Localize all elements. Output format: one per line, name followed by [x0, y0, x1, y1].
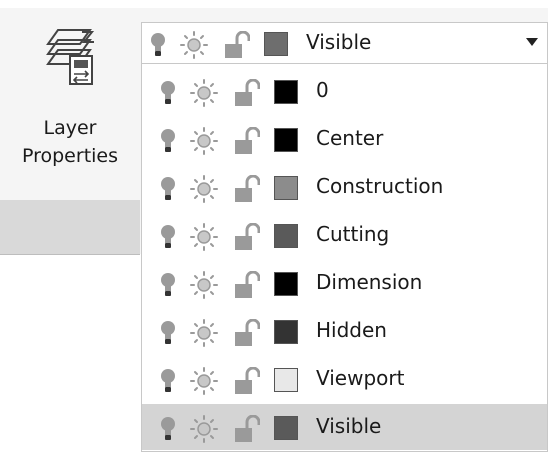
unlocked-icon[interactable] — [234, 79, 260, 107]
layer-row[interactable]: Hidden — [142, 308, 547, 354]
layer-row[interactable]: Cutting — [142, 212, 547, 258]
sun-thawed-icon[interactable] — [190, 79, 218, 107]
unlocked-icon[interactable] — [224, 31, 250, 59]
lightbulb-on-icon[interactable] — [160, 272, 176, 298]
layers-panel-footer[interactable] — [0, 200, 140, 255]
unlocked-icon[interactable] — [234, 271, 260, 299]
sun-thawed-icon[interactable] — [190, 367, 218, 395]
layer-row[interactable]: Construction — [142, 164, 547, 210]
layer-row[interactable]: Center — [142, 116, 547, 162]
layer-color-swatch[interactable] — [274, 416, 298, 440]
layer-color-swatch[interactable] — [274, 272, 298, 296]
lightbulb-on-icon[interactable] — [160, 128, 176, 154]
layer-properties-label: Layer Properties — [21, 117, 119, 167]
combo-selected-label: Visible — [306, 30, 372, 54]
layer-name-label: Cutting — [316, 222, 390, 246]
lightbulb-on-icon[interactable] — [160, 176, 176, 202]
unlocked-icon[interactable] — [234, 175, 260, 203]
layer-row[interactable]: Dimension — [142, 260, 547, 306]
unlocked-icon[interactable] — [234, 415, 260, 443]
sun-thawed-icon[interactable] — [190, 319, 218, 347]
layer-dropdown-combo[interactable]: Visible — [141, 22, 548, 64]
layer-color-swatch[interactable] — [274, 368, 298, 392]
layer-color-swatch[interactable] — [274, 224, 298, 248]
layer-properties-button[interactable]: Layer Properties — [6, 22, 134, 172]
sun-thawed-icon[interactable] — [190, 223, 218, 251]
layer-properties-icon — [46, 29, 95, 85]
unlocked-icon[interactable] — [234, 127, 260, 155]
layer-name-label: Visible — [316, 414, 382, 438]
lightbulb-on-icon[interactable] — [160, 320, 176, 346]
layer-name-label: 0 — [316, 78, 329, 102]
layer-color-swatch[interactable] — [274, 80, 298, 104]
layer-name-label: Hidden — [316, 318, 387, 342]
layer-name-label: Viewport — [316, 366, 405, 390]
layer-row[interactable]: Visible — [142, 404, 547, 450]
sun-thawed-icon[interactable] — [180, 31, 208, 59]
layer-row[interactable]: 0 — [142, 68, 547, 114]
unlocked-icon[interactable] — [234, 367, 260, 395]
layer-row[interactable]: Viewport — [142, 356, 547, 402]
layer-name-label: Center — [316, 126, 384, 150]
layers-panel: Layer Properties — [0, 8, 140, 200]
sun-thawed-icon[interactable] — [190, 271, 218, 299]
lightbulb-on-icon[interactable] — [150, 32, 166, 58]
layer-color-swatch[interactable] — [274, 176, 298, 200]
sun-thawed-icon[interactable] — [190, 175, 218, 203]
dropdown-arrow-icon[interactable] — [526, 38, 538, 46]
lightbulb-on-icon[interactable] — [160, 224, 176, 250]
lightbulb-on-icon[interactable] — [160, 368, 176, 394]
lightbulb-on-icon[interactable] — [160, 416, 176, 442]
layer-color-swatch[interactable] — [274, 320, 298, 344]
sun-thawed-icon[interactable] — [190, 127, 218, 155]
layer-dropdown-list: 0 Center Construction Cutting Dimension Hidde… — [141, 64, 548, 452]
layer-color-swatch[interactable] — [274, 128, 298, 152]
unlocked-icon[interactable] — [234, 223, 260, 251]
unlocked-icon[interactable] — [234, 319, 260, 347]
lightbulb-on-icon[interactable] — [160, 80, 176, 106]
layer-color-swatch[interactable] — [264, 32, 288, 56]
layer-name-label: Dimension — [316, 270, 423, 294]
sun-thawed-icon[interactable] — [190, 415, 218, 443]
layer-name-label: Construction — [316, 174, 444, 198]
